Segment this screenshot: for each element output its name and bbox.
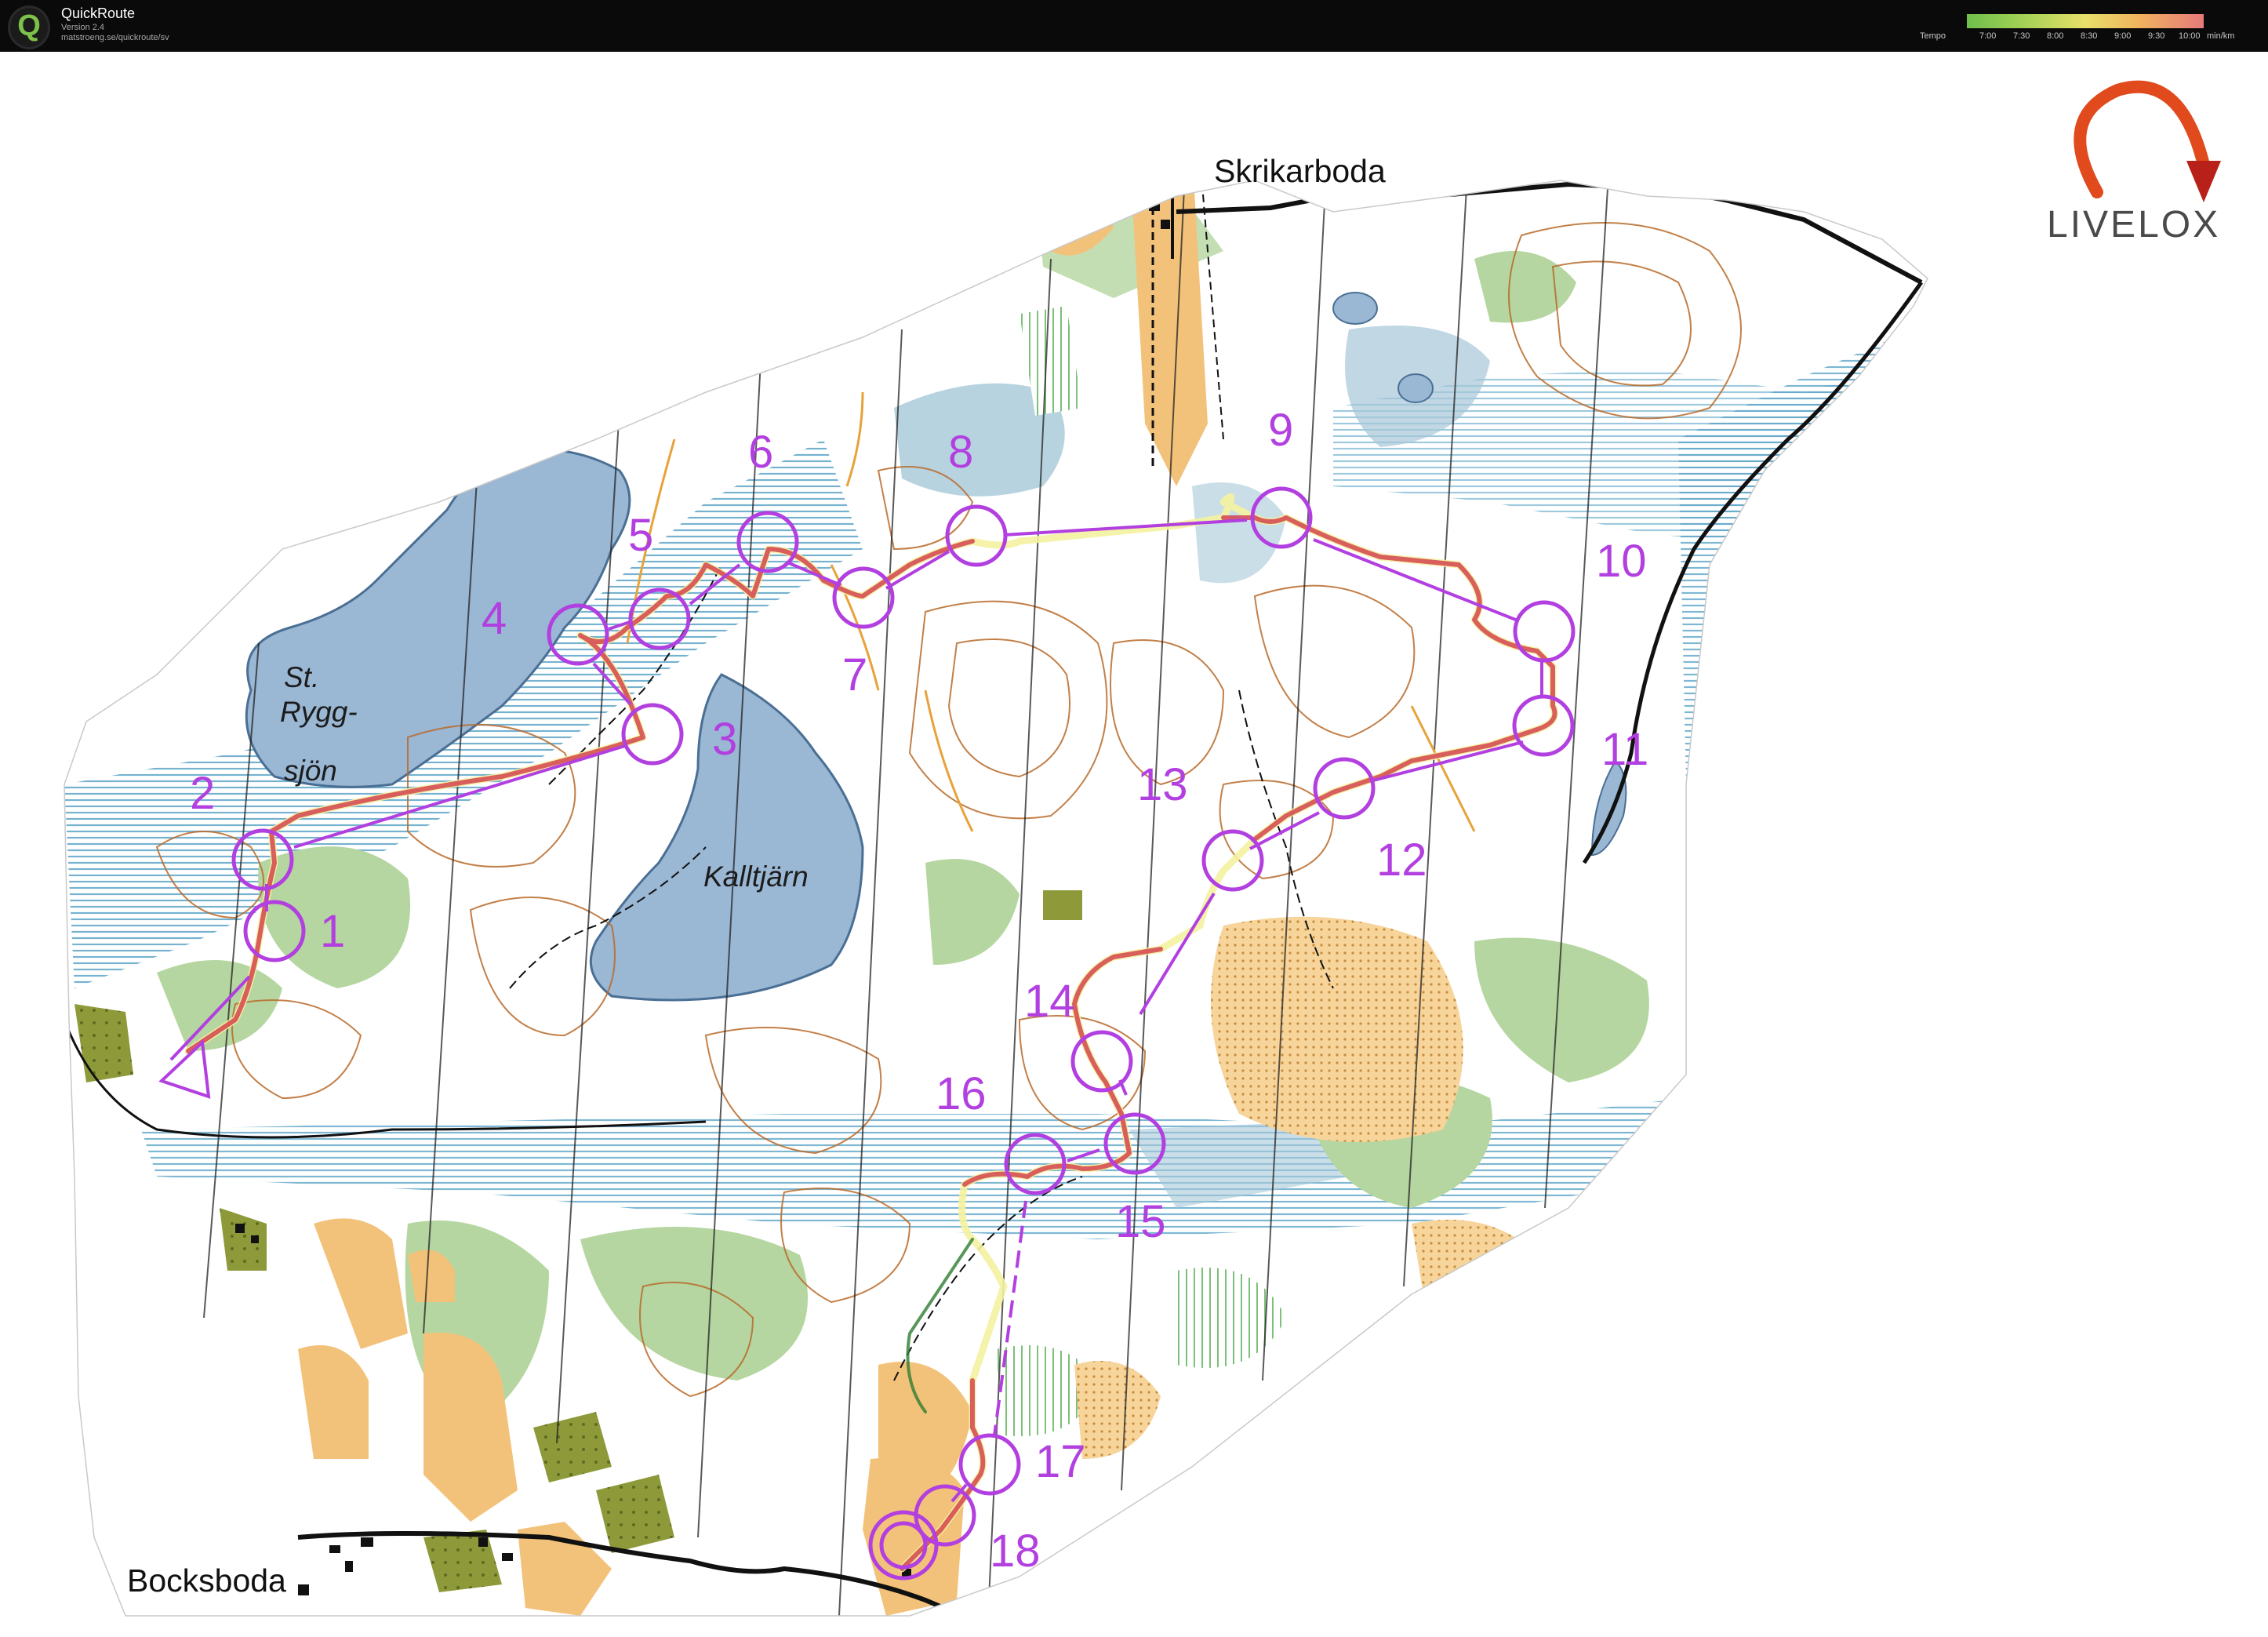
tempo-ticks: 7:00 7:30 8:00 8:30 9:00 9:30 10:00 — [1967, 31, 2204, 42]
livelox-logo: LIVELOX — [2047, 80, 2221, 246]
control-number: 7 — [842, 649, 867, 700]
lake-label: sjön — [284, 755, 337, 787]
tempo-tick: 7:30 — [2013, 31, 2030, 41]
control-number: 13 — [1137, 759, 1188, 810]
tempo-unit: min/km — [2207, 31, 2235, 41]
control-number: 3 — [712, 714, 737, 765]
tempo-tick: 9:00 — [2114, 31, 2132, 41]
control-number: 5 — [628, 510, 653, 561]
tempo-label: Tempo — [1920, 31, 1946, 41]
control-number: 16 — [936, 1068, 987, 1119]
control-number: 8 — [948, 427, 973, 478]
quickroute-logo-icon: Q — [8, 5, 50, 49]
livelox-wordmark: LIVELOX — [2047, 204, 2220, 246]
lake-label: St. — [284, 661, 319, 693]
control-number: 15 — [1115, 1196, 1166, 1247]
control-number: 1 — [320, 906, 345, 957]
control-number: 10 — [1596, 536, 1647, 587]
tempo-tick: 10:00 — [2179, 31, 2201, 41]
control-number: 9 — [1268, 405, 1293, 456]
top-bar: Q QuickRoute Version 2.4 matstroeng.se/q… — [0, 0, 2268, 52]
control-number: 14 — [1024, 976, 1075, 1027]
map-terrain — [64, 180, 1928, 1616]
lake-label: Rygg- — [280, 696, 358, 728]
tempo-tick: 8:00 — [2047, 31, 2064, 41]
control-number: 6 — [748, 427, 773, 478]
tempo-color-scale — [1967, 14, 2204, 28]
place-name-south: Bocksboda — [127, 1562, 286, 1599]
app-title: QuickRoute — [61, 5, 136, 21]
lake-label: Kalltjärn — [703, 860, 809, 893]
control-number: 11 — [1601, 724, 1648, 775]
tempo-tick: 9:30 — [2148, 31, 2165, 41]
control-number: 2 — [190, 768, 215, 819]
place-name-north: Skrikarboda — [1214, 153, 1386, 189]
control-number: 12 — [1376, 835, 1427, 886]
control-number: 4 — [482, 593, 507, 644]
tempo-tick: 8:30 — [2081, 31, 2098, 41]
app-url: matstroeng.se/quickroute/sv — [61, 33, 169, 42]
control-number: 18 — [990, 1526, 1041, 1577]
tempo-tick: 7:00 — [1979, 31, 1997, 41]
control-number: 17 — [1035, 1436, 1086, 1487]
orienteering-map[interactable]: 1 2 3 4 5 6 7 8 9 10 11 12 13 14 15 16 1… — [0, 52, 2268, 1637]
app-version: Version 2.4 — [61, 23, 105, 32]
